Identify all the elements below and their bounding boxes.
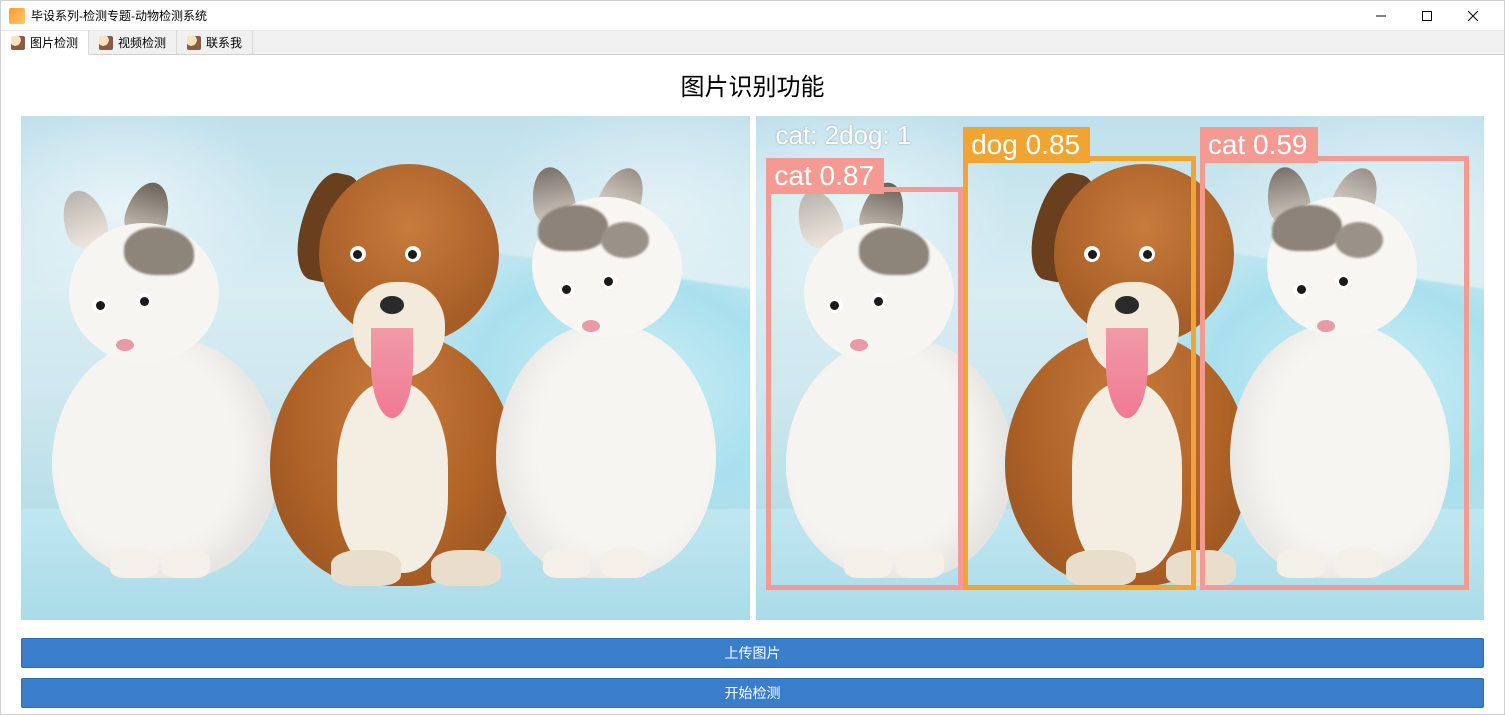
tab-image-detect[interactable]: 图片检测 [1, 31, 89, 55]
detected-image-panel: cat: 2dog: 1 cat 0.87dog 0.85cat 0.59 [756, 116, 1485, 620]
detection-bbox-label: cat 0.59 [1200, 127, 1318, 163]
detection-bbox-cat: cat 0.59 [1200, 156, 1470, 589]
upload-image-button[interactable]: 上传图片 [21, 638, 1484, 668]
detection-bbox-dog: dog 0.85 [963, 156, 1196, 589]
window-title: 毕设系列-检测专题-动物检测系统 [31, 7, 1358, 24]
person-icon [187, 36, 201, 50]
app-icon [9, 8, 25, 24]
maximize-button[interactable] [1404, 1, 1450, 31]
page-title: 图片识别功能 [21, 67, 1484, 102]
detection-bbox-cat: cat 0.87 [766, 187, 963, 590]
person-icon [11, 36, 25, 50]
pet-cat-right [480, 171, 742, 594]
main-content: 图片识别功能 [1, 55, 1504, 716]
person-icon [99, 36, 113, 50]
tab-label: 图片检测 [30, 34, 78, 51]
tab-label: 联系我 [206, 34, 242, 51]
close-button[interactable] [1450, 1, 1496, 31]
start-detect-button[interactable]: 开始检测 [21, 678, 1484, 708]
pet-scene [21, 116, 750, 620]
window-titlebar: 毕设系列-检测专题-动物检测系统 [1, 1, 1504, 31]
tab-bar: 图片检测 视频检测 联系我 [1, 31, 1504, 55]
tab-video-detect[interactable]: 视频检测 [89, 31, 177, 54]
tab-label: 视频检测 [118, 34, 166, 51]
detection-bbox-label: cat 0.87 [766, 158, 884, 194]
images-row: cat: 2dog: 1 cat 0.87dog 0.85cat 0.59 [21, 116, 1484, 620]
window-controls [1358, 1, 1496, 31]
minimize-button[interactable] [1358, 1, 1404, 31]
original-image-panel [21, 116, 750, 620]
detection-summary: cat: 2dog: 1 [776, 120, 912, 151]
detection-bbox-label: dog 0.85 [963, 127, 1090, 163]
action-buttons: 上传图片 开始检测 [21, 638, 1484, 708]
tab-contact[interactable]: 联系我 [177, 31, 253, 54]
